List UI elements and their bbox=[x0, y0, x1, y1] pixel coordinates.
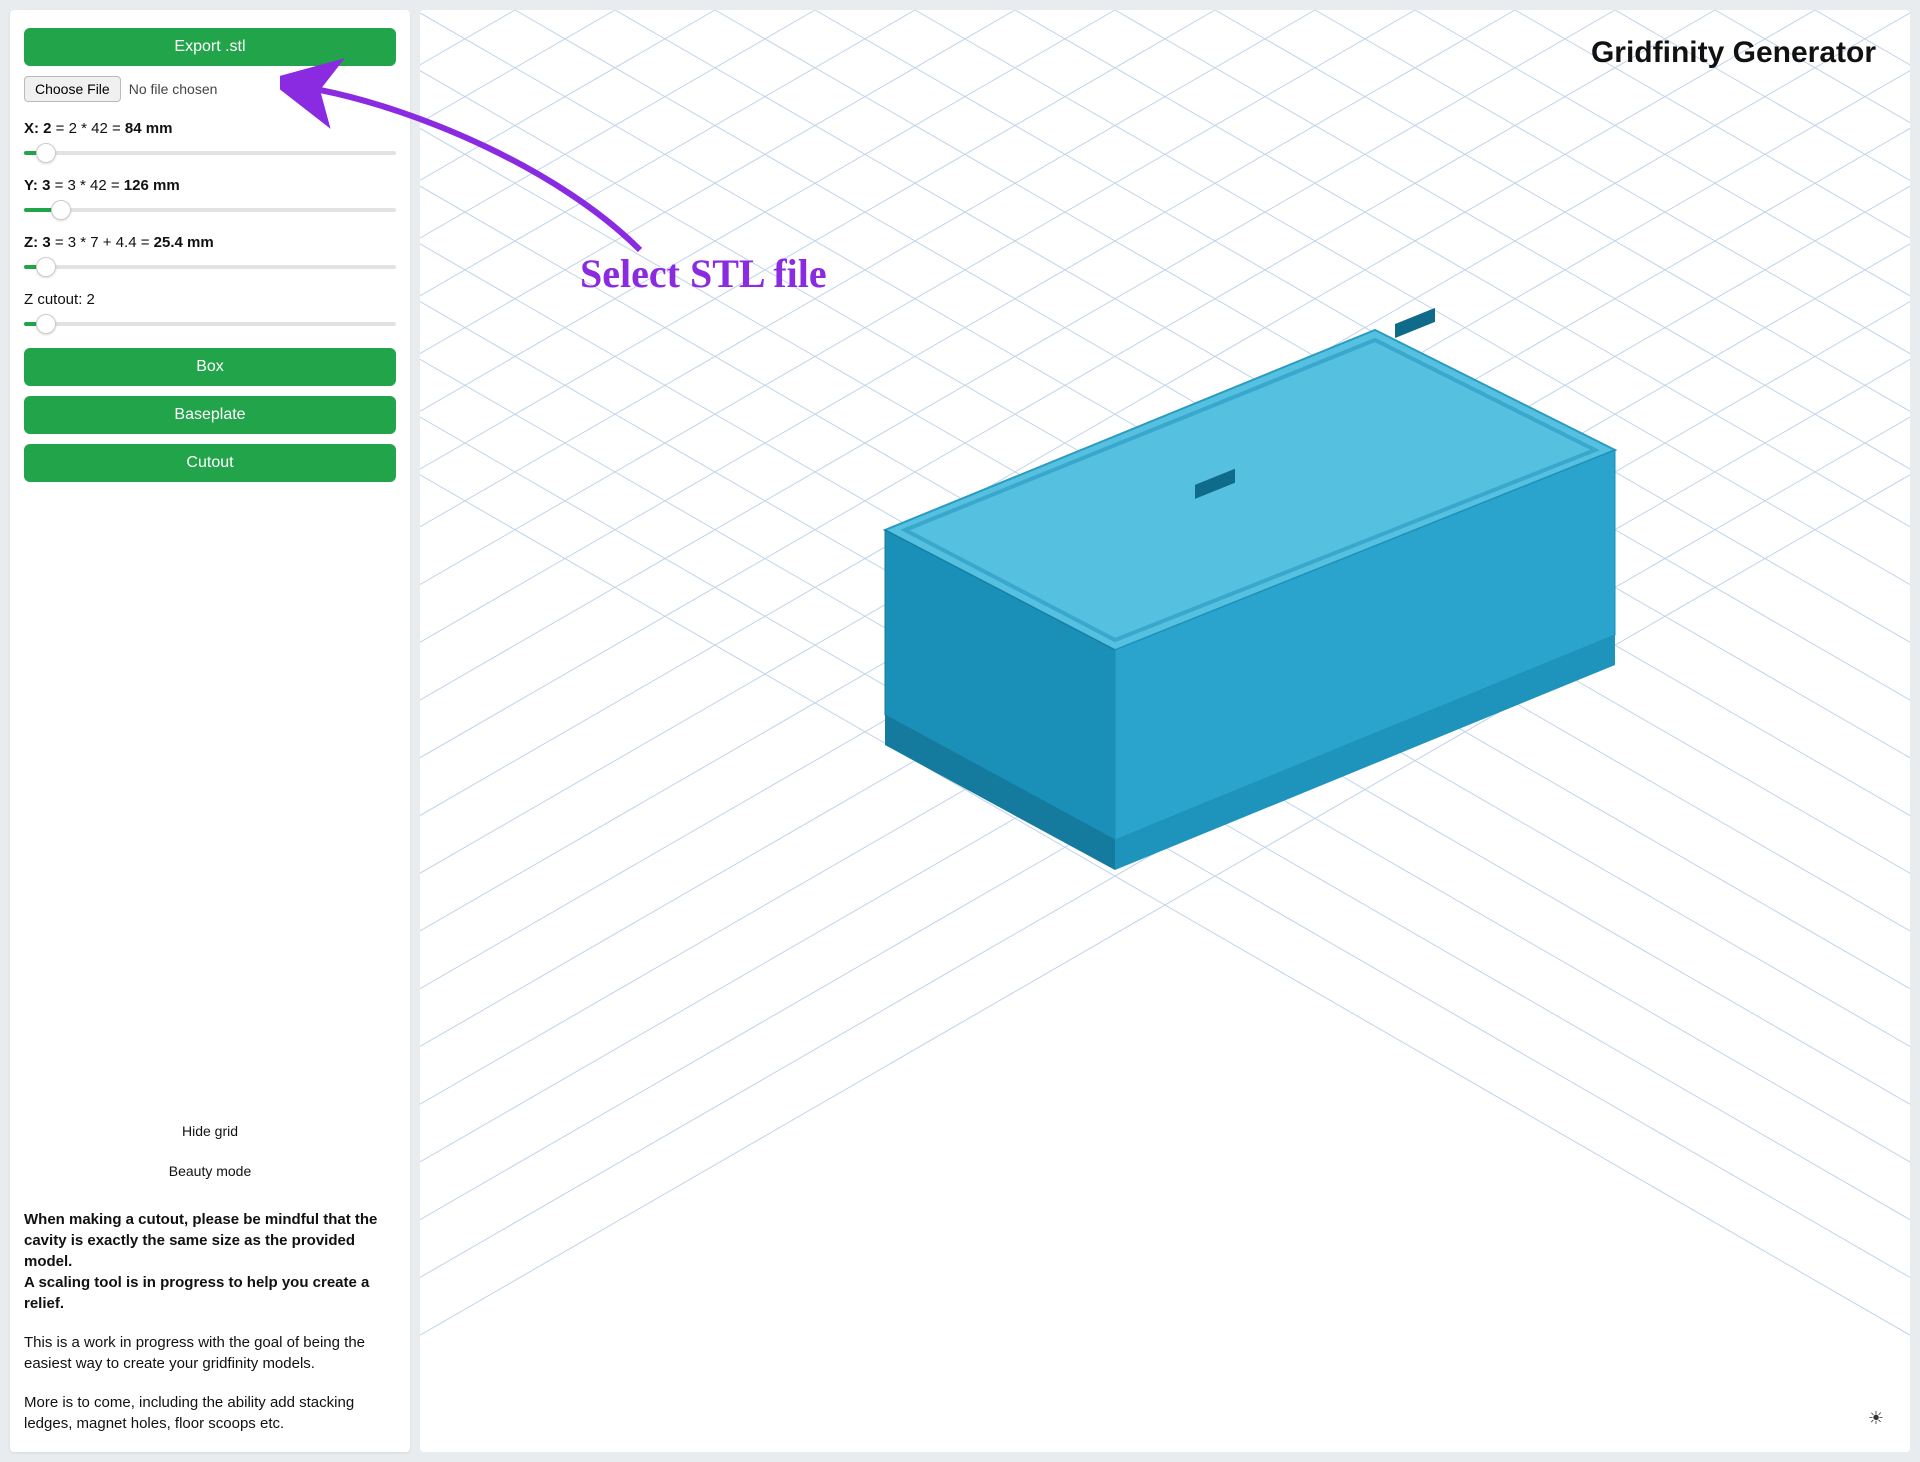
param-x: X: 2 = 2 * 42 = 84 mm bbox=[24, 120, 396, 163]
param-z-label: Z: 3 = 3 * 7 + 4.4 = 25.4 mm bbox=[24, 234, 396, 251]
theme-toggle-button[interactable]: ☀ bbox=[1860, 1402, 1892, 1434]
export-stl-button[interactable]: Export .stl bbox=[24, 28, 396, 66]
param-x-label: X: 2 = 2 * 42 = 84 mm bbox=[24, 120, 396, 137]
param-z: Z: 3 = 3 * 7 + 4.4 = 25.4 mm bbox=[24, 234, 396, 277]
cutout-button[interactable]: Cutout bbox=[24, 444, 396, 482]
wip-note-1: This is a work in progress with the goal… bbox=[24, 1332, 396, 1374]
param-y: Y: 3 = 3 * 42 = 126 mm bbox=[24, 177, 396, 220]
slider-z[interactable] bbox=[24, 257, 396, 277]
file-chooser-row: Choose File No file chosen bbox=[24, 76, 396, 102]
file-status: No file chosen bbox=[129, 81, 218, 97]
sidebar: Export .stl Choose File No file chosen X… bbox=[10, 10, 410, 1452]
annotation-text: Select STL file bbox=[580, 250, 827, 297]
hide-grid-link[interactable]: Hide grid bbox=[24, 1123, 396, 1139]
box-button[interactable]: Box bbox=[24, 348, 396, 386]
param-zcutout-label: Z cutout: 2 bbox=[24, 291, 396, 308]
wip-note-2: More is to come, including the ability a… bbox=[24, 1392, 396, 1434]
slider-x[interactable] bbox=[24, 143, 396, 163]
grid-scene bbox=[420, 10, 1910, 1452]
cutout-warning: When making a cutout, please be mindful … bbox=[24, 1209, 396, 1314]
sun-icon: ☀ bbox=[1868, 1408, 1884, 1429]
choose-file-button[interactable]: Choose File bbox=[24, 76, 121, 102]
param-zcutout: Z cutout: 2 bbox=[24, 291, 396, 334]
slider-zcutout[interactable] bbox=[24, 314, 396, 334]
param-y-label: Y: 3 = 3 * 42 = 126 mm bbox=[24, 177, 396, 194]
viewport-3d[interactable]: Gridfinity Generator ☀ bbox=[420, 10, 1910, 1452]
baseplate-button[interactable]: Baseplate bbox=[24, 396, 396, 434]
slider-y[interactable] bbox=[24, 200, 396, 220]
app-title: Gridfinity Generator bbox=[1591, 36, 1876, 70]
beauty-mode-link[interactable]: Beauty mode bbox=[24, 1163, 396, 1179]
